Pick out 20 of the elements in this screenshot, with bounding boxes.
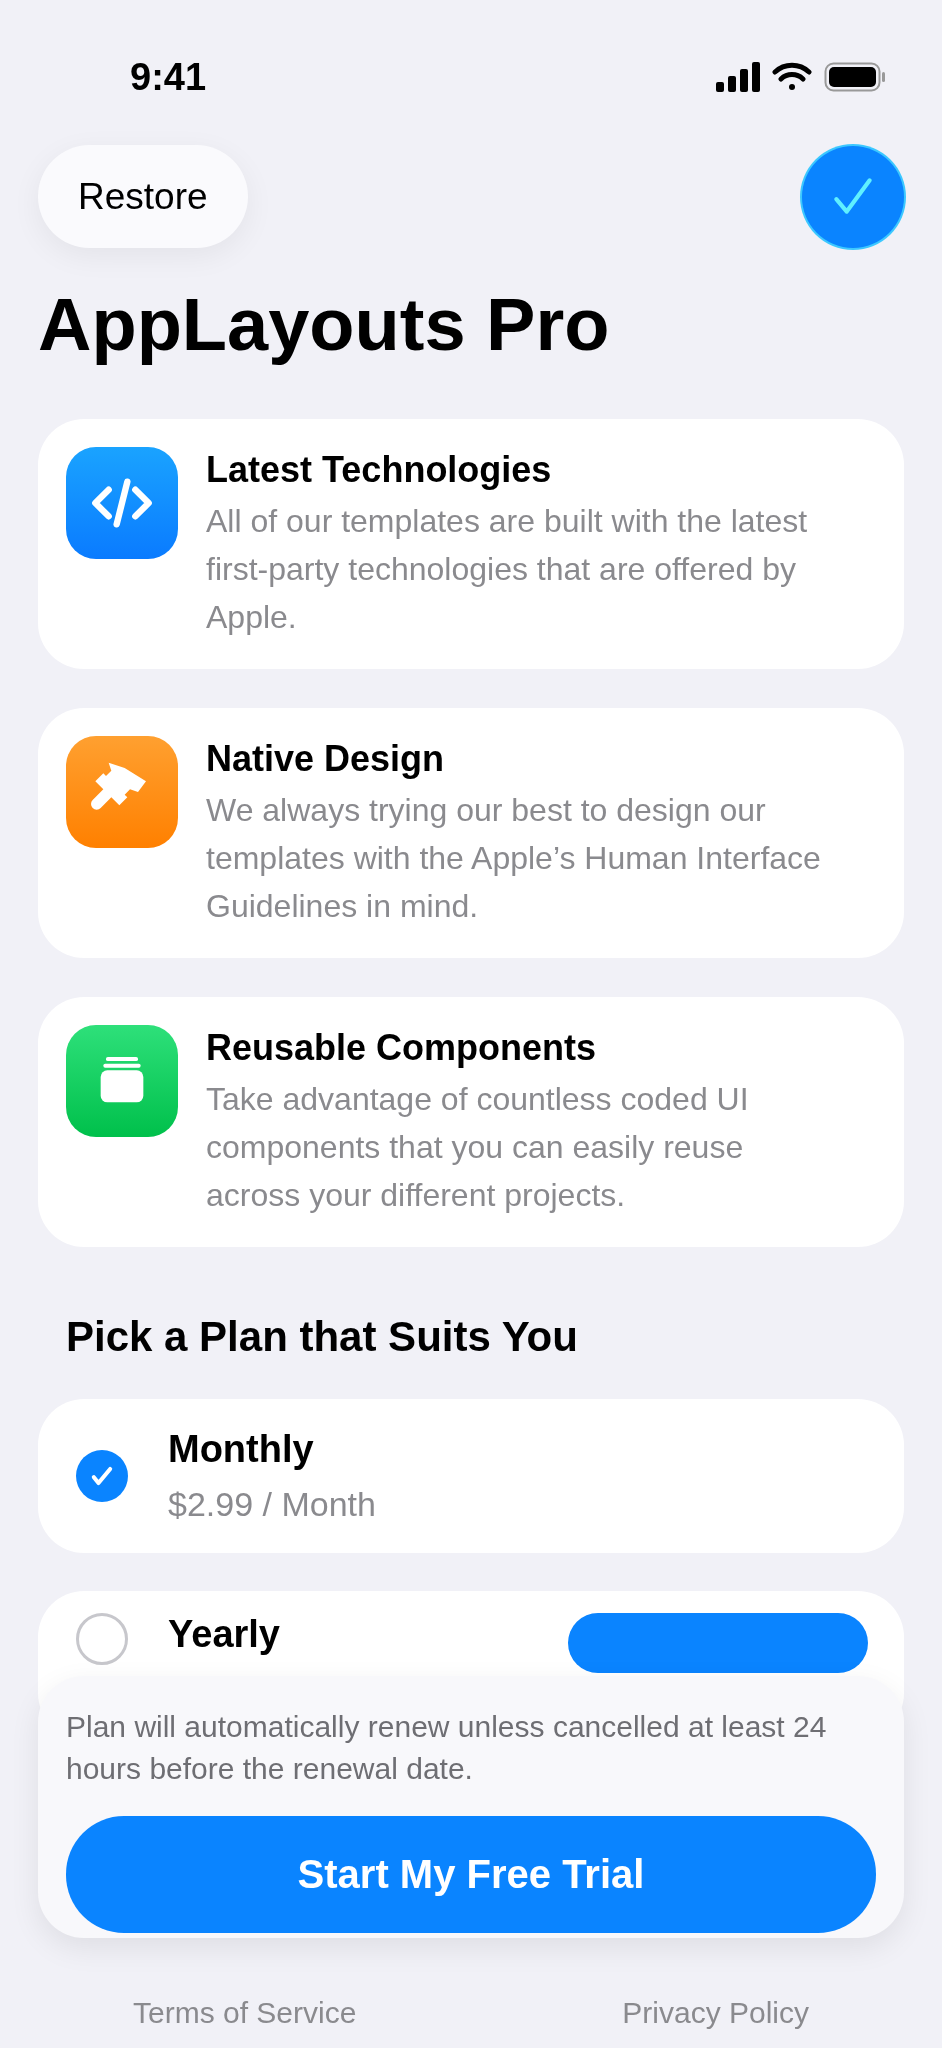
radio-button[interactable]: [76, 1613, 128, 1666]
feature-title: Native Design: [206, 738, 446, 781]
page-title: AppLayouts Pro: [38, 282, 611, 368]
radio-button[interactable]: [76, 1450, 128, 1503]
feature-title: Reusable Components: [206, 1027, 598, 1070]
start-trial-button[interactable]: Start My Free Trial: [66, 1816, 876, 1933]
plan-name: Yearly: [168, 1613, 280, 1657]
restore-button[interactable]: Restore: [38, 145, 248, 248]
battery-icon: [824, 62, 886, 92]
feature-description: All of our templates are built with the latest first-party technologies that are offered by Apple.: [206, 502, 809, 638]
section-heading: Pick a Plan that Suits You: [66, 1313, 579, 1362]
plan-price: $2.99 / Month: [168, 1485, 376, 1525]
feature-description: We always trying our best to design our templates with the Apple’s Human Interface Guidelines in mind.: [206, 791, 822, 927]
wifi-icon: [772, 62, 812, 92]
plan-option[interactable]: Monthly $2.99 / Month: [38, 1399, 904, 1554]
feature-description: Take advantage of countless coded UI components that you can easily reuse across your different projects.: [206, 1080, 750, 1216]
status-time: 9:41: [130, 55, 207, 99]
feature-title: Latest Technologies: [206, 449, 553, 492]
plan-name: Monthly: [168, 1428, 315, 1472]
signal-icon: [716, 62, 760, 92]
